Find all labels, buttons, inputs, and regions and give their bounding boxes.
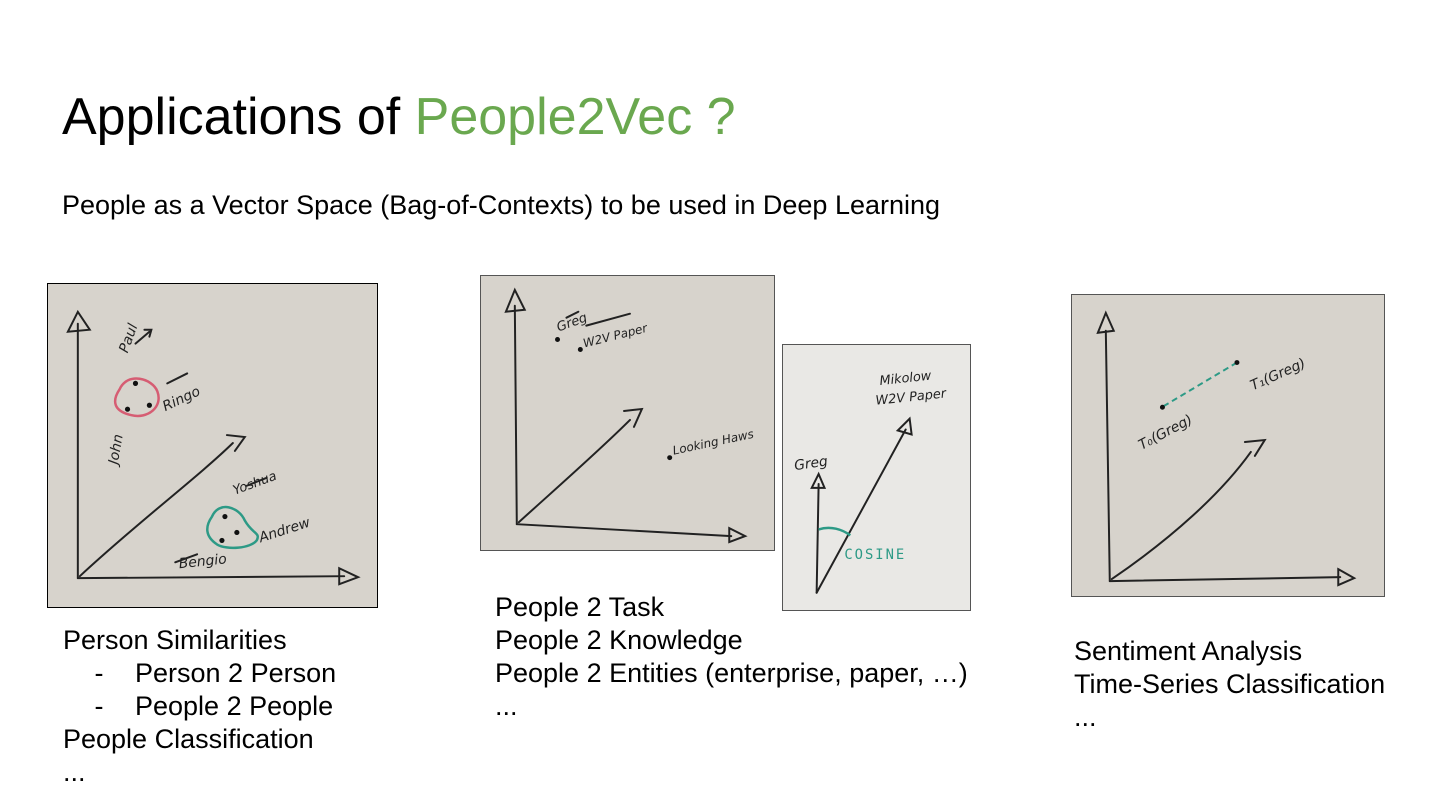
label-looking-haws: Looking Haws — [671, 427, 755, 458]
label-andrew: Andrew — [256, 514, 313, 546]
label-greg-2: Greg — [793, 453, 829, 474]
list-sub-text: People 2 People — [135, 691, 334, 721]
label-cosine: COSINE — [844, 547, 906, 563]
tasks-list: People 2 Task People 2 Knowledge People … — [495, 591, 968, 723]
similarity-sketch: Paul Ringo John Yoshua Andrew Bengio — [47, 283, 378, 608]
timeseries-sketch-drawing: T₁(Greg) T₀(Greg) — [1096, 310, 1357, 587]
slide-subtitle: People as a Vector Space (Bag-of-Context… — [62, 190, 941, 220]
list-sub-text: Person 2 Person — [135, 658, 337, 688]
task-sketch-drawing: Greg W2V Paper Looking Haws — [504, 287, 755, 544]
list-item: People Classification — [63, 724, 314, 754]
list-item: People 2 Entities (enterprise, paper, …) — [495, 658, 968, 688]
list-item: People 2 Task — [495, 592, 665, 622]
list-ellipsis: ... — [495, 691, 518, 721]
list-sub-item: - Person 2 Person — [63, 657, 337, 690]
list-item: Sentiment Analysis — [1074, 636, 1303, 666]
list-ellipsis: ... — [1074, 702, 1097, 732]
task-sketch: Greg W2V Paper Looking Haws — [480, 275, 775, 551]
timeseries-sketch: T₁(Greg) T₀(Greg) — [1071, 294, 1385, 597]
similarity-sketch-drawing: Paul Ringo John Yoshua Andrew Bengio — [66, 309, 361, 586]
list-heading: Person Similarities — [63, 625, 287, 655]
label-mikolow: Mikolow — [879, 369, 933, 389]
dash-bullet: - — [94, 691, 104, 721]
label-bengio: Bengio — [178, 551, 228, 572]
title-accent: People2Vec ? — [414, 88, 736, 146]
label-w2v-paper-2: W2V Paper — [875, 386, 948, 408]
sentiment-list: Sentiment Analysis Time-Series Classific… — [1074, 635, 1385, 734]
list-item: People 2 Knowledge — [495, 625, 743, 655]
title-prefix: Applications of — [62, 88, 415, 146]
label-john: John — [105, 433, 127, 469]
similarities-list: Person Similarities - Person 2 Person - Pe… — [63, 624, 336, 789]
dash-bullet: - — [94, 658, 104, 688]
cosine-sketch: Mikolow W2V Paper Greg COSINE — [782, 344, 971, 611]
list-sub-item: - People 2 People — [63, 690, 336, 723]
label-ringo: Ringo — [160, 384, 203, 415]
label-t0-greg: T₀(Greg) — [1136, 412, 1195, 454]
slide-title: Applications of People2Vec ? — [62, 82, 736, 152]
label-yoshua: Yoshua — [231, 469, 279, 499]
cosine-sketch-drawing: Mikolow W2V Paper Greg COSINE — [793, 369, 948, 594]
label-greg: Greg — [555, 311, 590, 336]
label-paul: Paul — [116, 322, 141, 355]
list-ellipsis: ... — [63, 757, 86, 787]
label-t1-greg: T₁(Greg) — [1248, 356, 1308, 395]
list-item: Time-Series Classification — [1074, 669, 1386, 699]
